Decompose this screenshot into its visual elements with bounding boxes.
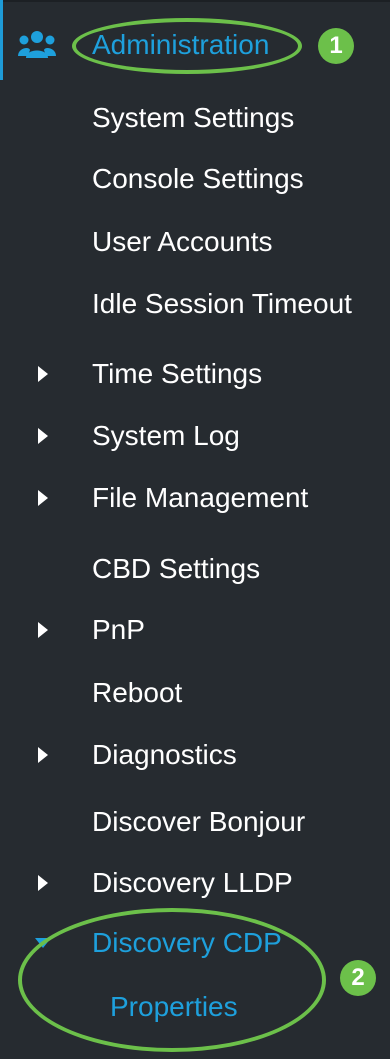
menu-item-reboot[interactable]: Reboot: [92, 676, 182, 710]
caret-right-icon[interactable]: [38, 490, 48, 506]
menu-item-system-settings[interactable]: System Settings: [92, 101, 294, 135]
users-icon: [18, 31, 56, 58]
menu-item-discovery-lldp[interactable]: Discovery LLDP: [92, 866, 293, 900]
caret-right-icon[interactable]: [38, 622, 48, 638]
menu-item-diagnostics[interactable]: Diagnostics: [92, 738, 237, 772]
top-border: [0, 0, 390, 2]
menu-item-file-management[interactable]: File Management: [92, 481, 308, 515]
menu-item-pnp[interactable]: PnP: [92, 613, 145, 647]
menu-item-discover-bonjour[interactable]: Discover Bonjour: [92, 805, 305, 839]
caret-right-icon[interactable]: [38, 366, 48, 382]
menu-item-system-log[interactable]: System Log: [92, 419, 240, 453]
menu-item-user-accounts[interactable]: User Accounts: [92, 225, 273, 259]
menu-item-cbd-settings[interactable]: CBD Settings: [92, 552, 260, 586]
active-indicator: [0, 0, 3, 80]
callout-oval-2: [18, 908, 326, 1052]
menu-item-time-settings[interactable]: Time Settings: [92, 357, 262, 391]
caret-right-icon[interactable]: [38, 428, 48, 444]
callout-badge-2: 2: [340, 960, 376, 996]
callout-oval-1: [72, 18, 302, 74]
navigation-panel: Administration 1 System Settings Console…: [0, 0, 390, 1059]
caret-right-icon[interactable]: [38, 875, 48, 891]
caret-right-icon[interactable]: [38, 747, 48, 763]
callout-badge-1: 1: [318, 28, 354, 64]
menu-item-console-settings[interactable]: Console Settings: [92, 162, 304, 196]
menu-item-idle-session-timeout[interactable]: Idle Session Timeout: [92, 287, 352, 321]
